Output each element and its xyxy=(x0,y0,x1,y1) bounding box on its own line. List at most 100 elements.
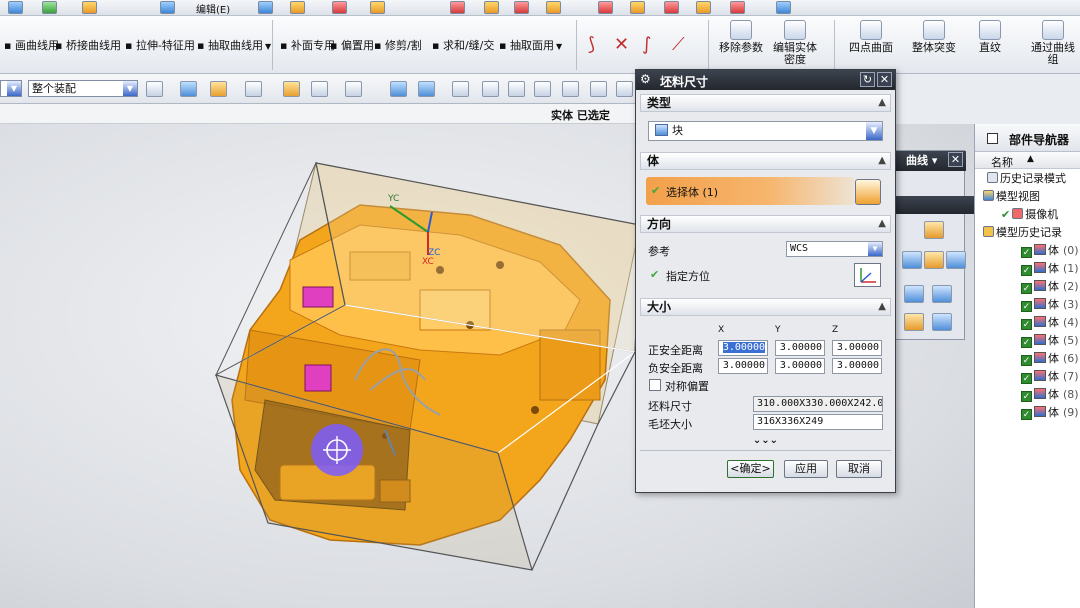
curve-group-trim[interactable]: ▪ 修剪/割 xyxy=(374,37,422,53)
tree-item-body[interactable]: ✓ 体 (8) xyxy=(1021,386,1079,404)
visibility-checkbox[interactable]: ✓ xyxy=(1021,355,1032,366)
curve-group-patch[interactable]: ▪ 补面专用 xyxy=(280,37,335,53)
assembly-icon[interactable] xyxy=(146,81,163,97)
circle-icon[interactable] xyxy=(616,81,633,97)
type-dropdown[interactable]: 块 ▼ xyxy=(648,121,883,141)
select-feature-icon[interactable] xyxy=(210,81,227,97)
sketch-icon[interactable] xyxy=(8,1,23,14)
visibility-checkbox[interactable]: ✓ xyxy=(1021,319,1032,330)
tree-item-body[interactable]: ✓ 体 (7) xyxy=(1021,368,1079,386)
edit-density-button[interactable]: 编辑实体密度 xyxy=(770,20,820,66)
select-body-row[interactable]: ✔ 选择体 (1) xyxy=(646,177,854,205)
tree-item-body[interactable]: ✓ 体 (6) xyxy=(1021,350,1079,368)
snap-icon[interactable] xyxy=(450,1,465,14)
trim-icon[interactable] xyxy=(332,1,347,14)
visibility-checkbox[interactable]: ✓ xyxy=(1021,391,1032,402)
bridge-curve-icon[interactable]: ∫ xyxy=(642,34,651,55)
section-type-header[interactable]: 类型 ▲ xyxy=(640,94,891,112)
snap-control-icon[interactable] xyxy=(311,81,328,97)
visibility-checkbox[interactable]: ✓ xyxy=(1021,373,1032,384)
close-icon[interactable]: ✕ xyxy=(948,152,963,167)
filter-icon[interactable] xyxy=(180,81,197,97)
tree-item-body[interactable]: ✓ 体 (0) xyxy=(1021,242,1079,260)
four-point-surface-button[interactable]: 四点曲面 xyxy=(845,20,897,54)
visibility-checkbox[interactable]: ✓ xyxy=(1021,265,1032,276)
tree-item-body[interactable]: ✓ 体 (3) xyxy=(1021,296,1079,314)
offset-icon[interactable] xyxy=(370,1,385,14)
gear-icon[interactable]: ⚙ xyxy=(640,72,651,86)
analysis-icon[interactable] xyxy=(776,1,791,14)
arc-icon[interactable] xyxy=(508,81,525,97)
ruled-button[interactable]: 直纹 xyxy=(970,20,1010,54)
ok-button[interactable]: <确定> xyxy=(727,460,774,478)
move-icon[interactable] xyxy=(452,81,469,97)
tree-item-body[interactable]: ✓ 体 (4) xyxy=(1021,314,1079,332)
visibility-checkbox[interactable]: ✓ xyxy=(1021,283,1032,294)
visibility-checkbox[interactable]: ✓ xyxy=(1021,301,1032,312)
positive-clearance-x-input[interactable]: 3.00000 xyxy=(718,340,768,356)
spline-icon[interactable]: ⟆ xyxy=(588,34,595,55)
sweep-icon[interactable] xyxy=(924,251,944,269)
select-body-icon[interactable] xyxy=(855,179,881,205)
scope-filter-dropdown[interactable]: 整个装配 ▼ xyxy=(28,80,138,97)
type-filter-dropdown[interactable]: ▼ xyxy=(0,80,22,97)
cylinder-icon[interactable] xyxy=(932,313,952,331)
box-icon[interactable] xyxy=(904,313,924,331)
view-shaded-icon[interactable] xyxy=(418,81,435,97)
negative-clearance-z-input[interactable]: 3.00000 xyxy=(832,358,882,374)
blank-size-field[interactable]: 316X336X249 xyxy=(753,414,883,430)
snap-point-icon[interactable] xyxy=(283,81,300,97)
face-split-icon[interactable] xyxy=(904,285,924,303)
line-icon[interactable] xyxy=(482,81,499,97)
edit-menu[interactable]: 编辑(E) xyxy=(196,1,230,16)
cancel-button[interactable]: 取消 xyxy=(836,460,882,478)
face-icon[interactable] xyxy=(598,1,613,14)
through-curves-button[interactable]: 通过曲线组 xyxy=(1028,20,1078,66)
curve-group-bridge[interactable]: ▪ 桥接曲线用 xyxy=(55,37,121,53)
tree-item-view[interactable]: 模型视图 xyxy=(983,188,1040,206)
global-shaping-button[interactable]: 整体突变 xyxy=(908,20,960,54)
curve-group-draw[interactable]: ▪ 画曲线用 xyxy=(4,37,59,53)
navigator-column-header[interactable]: 名称 ▲ xyxy=(975,152,1080,169)
section-body-header[interactable]: 体 ▲ xyxy=(640,152,891,170)
tree-item-body[interactable]: ✓ 体 (9) xyxy=(1021,404,1079,422)
revolve-icon[interactable] xyxy=(902,251,922,269)
curve-group-extract[interactable]: ▪ 抽取曲线用 ▼ xyxy=(197,37,271,53)
navigator-pin-icon[interactable] xyxy=(987,133,998,144)
curve-group-offset[interactable]: ▪ 偏置用 xyxy=(330,37,374,53)
edge-blend-icon[interactable] xyxy=(932,285,952,303)
surface-icon[interactable] xyxy=(290,1,305,14)
apply-button[interactable]: 应用 xyxy=(784,460,828,478)
polyline-icon[interactable] xyxy=(562,81,579,97)
section-size-header[interactable]: 大小 ▲ xyxy=(640,298,891,316)
blend-icon[interactable] xyxy=(546,1,561,14)
point-icon[interactable] xyxy=(590,81,607,97)
reference-dropdown[interactable]: WCS ▼ xyxy=(786,241,883,257)
tree-item-body[interactable]: ✓ 体 (1) xyxy=(1021,260,1079,278)
mesh-icon[interactable] xyxy=(946,251,966,269)
offset-curve-icon[interactable]: ⟋ xyxy=(672,34,685,55)
plane-icon[interactable] xyxy=(258,1,273,14)
section-direction-header[interactable]: 方向 ▲ xyxy=(640,215,891,233)
close-icon[interactable]: ✕ xyxy=(877,72,892,87)
visibility-checkbox[interactable]: ✓ xyxy=(1021,337,1032,348)
symmetric-offset-checkbox[interactable] xyxy=(649,379,661,391)
curve-group-extrude[interactable]: ▪ 拉伸-特征用 xyxy=(125,37,195,53)
negative-clearance-y-input[interactable]: 3.00000 xyxy=(775,358,825,374)
csys-icon[interactable] xyxy=(854,263,881,287)
intersect-curve-icon[interactable]: ✕ xyxy=(614,34,629,55)
negative-clearance-x-input[interactable]: 3.00000 xyxy=(718,358,768,374)
boolean-icon[interactable] xyxy=(514,1,529,14)
positive-clearance-y-input[interactable]: 3.00000 xyxy=(775,340,825,356)
gear-tool-icon[interactable] xyxy=(484,1,499,14)
extrude-icon[interactable] xyxy=(924,221,944,239)
remove-params-button[interactable]: 移除参数 xyxy=(716,20,766,54)
curve-group-unite[interactable]: ▪ 求和/缝/交 xyxy=(432,37,494,53)
more-options-toggle[interactable]: ⌄⌄⌄ xyxy=(640,434,891,448)
tree-item-camera[interactable]: ✔ 摄像机 xyxy=(1001,206,1058,224)
tree-item-body[interactable]: ✓ 体 (2) xyxy=(1021,278,1079,296)
curve-group-extract-face[interactable]: ▪ 抽取面用 ▼ xyxy=(499,37,562,53)
curve-icon[interactable] xyxy=(534,81,551,97)
positive-clearance-z-input[interactable]: 3.00000 xyxy=(832,340,882,356)
tree-item-folder[interactable]: 模型历史记录 xyxy=(983,224,1062,242)
